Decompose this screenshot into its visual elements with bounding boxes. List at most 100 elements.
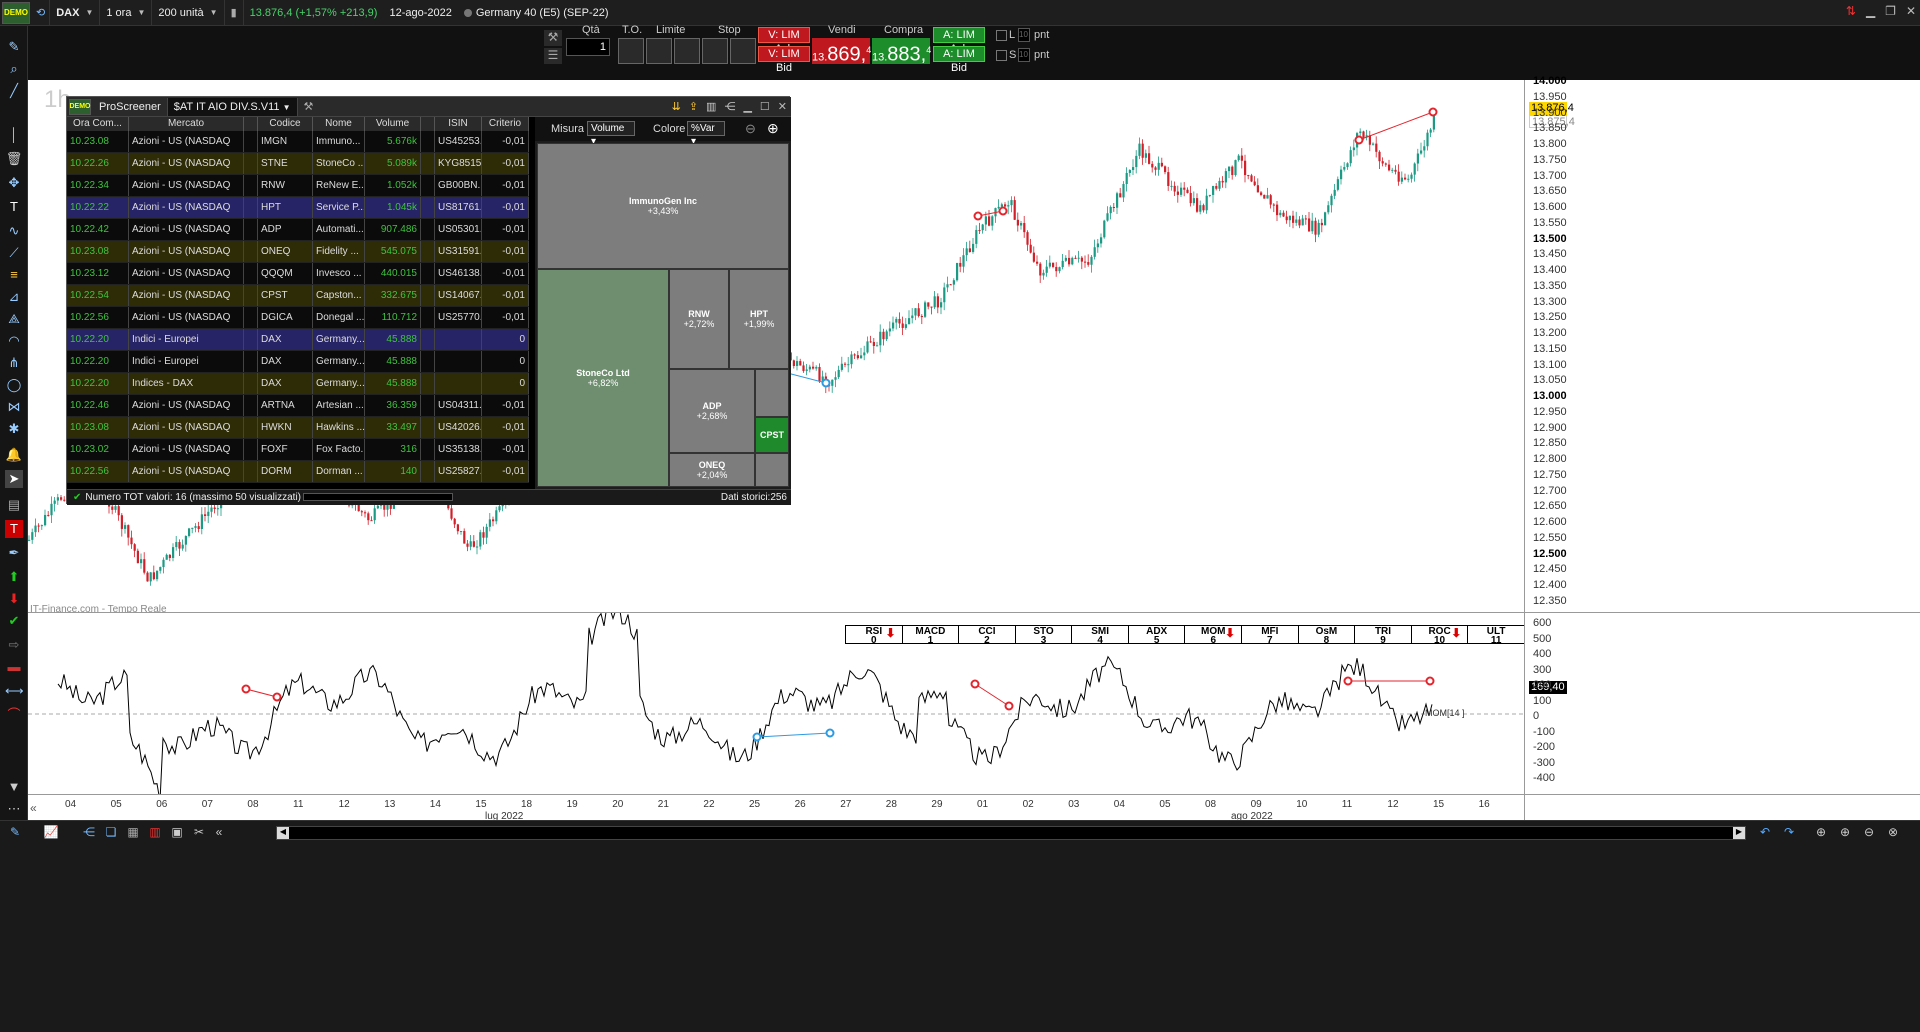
measure-select[interactable]: Volume ▾ (587, 121, 635, 147)
scroll-left-icon[interactable]: « (210, 825, 228, 841)
table-row[interactable]: 10.22.22 Azioni - US (NASDAQ HPT Service P.… (67, 197, 529, 219)
limit-buy-button[interactable] (646, 38, 672, 64)
close-icon[interactable]: ✕ (774, 100, 791, 113)
heat-tile-small2[interactable] (755, 453, 789, 487)
heat-tile-imgn[interactable]: ImmunoGen Inc +3,43% (537, 143, 789, 269)
timeframe-select[interactable]: 1 ora ▼ (100, 0, 153, 26)
close-icon[interactable]: ✕ (1906, 4, 1916, 18)
v-lim-bid-button[interactable]: V: LIM Bid (758, 46, 810, 74)
redo-icon[interactable]: ↷ (1780, 825, 1798, 841)
buy-button[interactable]: 13.883,4 (872, 38, 931, 66)
ruler-icon[interactable]: ▬ (5, 658, 23, 676)
a-lim-ask-button[interactable]: A: LIM Ask (933, 27, 985, 55)
restore-icon[interactable]: ❐ (1885, 4, 1896, 18)
layers-icon[interactable]: ▤ (5, 496, 23, 514)
heat-tile-oneq[interactable]: ONEQ +2,04% (669, 453, 755, 487)
table-row[interactable]: 10.22.56 Azioni - US (NASDAQ DGICA Donegal … (67, 307, 529, 329)
zoom-icon[interactable]: ⌕ (5, 60, 23, 78)
zoom-in-icon[interactable]: ⊕ (1836, 825, 1854, 841)
heat-tile-cpst[interactable]: CPST (755, 417, 789, 453)
pen-icon[interactable]: ✒ (5, 544, 23, 562)
price-axis[interactable]: 13.876,4 13.875,4 14.000 13.950 13.900 13.8… (1524, 75, 1920, 612)
maximize-icon[interactable]: ☐ (756, 100, 774, 113)
trash-icon[interactable]: 🗑 (5, 150, 23, 168)
table-row[interactable]: 10.22.42 Azioni - US (NASDAQ ADP Automati..… (67, 219, 529, 241)
wrench-icon[interactable]: ⚒ (544, 30, 562, 46)
col-header-name[interactable]: Nome (313, 117, 365, 131)
table-row[interactable]: 10.22.56 Azioni - US (NASDAQ DORM Dorman ..… (67, 461, 529, 483)
indicator-tab-ult[interactable]: ULT 11 (1468, 626, 1524, 646)
a-lim-bid-button[interactable]: A: LIM Bid (933, 46, 985, 74)
zoom-reset-icon[interactable]: ⊗ (1884, 825, 1902, 841)
screen-name-select[interactable]: $AT IT AIO DIV.S.V11 ▼ (166, 97, 298, 116)
table-row[interactable]: 10.22.20 Indices - DAX DAX Germany... 45.888… (67, 373, 529, 395)
heat-tile-rnw[interactable]: RNW +2,72% (669, 269, 729, 369)
table-row[interactable]: 10.22.26 Azioni - US (NASDAQ STNE StoneCo .… (67, 153, 529, 175)
chart-type-icon[interactable]: 📈 (42, 825, 60, 841)
scroll-right-button[interactable]: ▶ (1733, 827, 1745, 839)
table-row[interactable]: 10.23.08 Azioni - US (NASDAQ ONEQ Fidelity … (67, 241, 529, 263)
qty-input[interactable]: 1 (566, 38, 610, 56)
vertical-line-icon[interactable]: │ (5, 126, 23, 144)
proscreener-titlebar[interactable]: DEMO ProScreener $AT IT AIO DIV.S.V11 ▼ … (67, 97, 791, 117)
scroll-left-button[interactable]: ◀ (277, 827, 289, 839)
indicator-tab-sto[interactable]: STO 3 (1016, 626, 1073, 646)
table-row[interactable]: 10.23.02 Azioni - US (NASDAQ FOXF Fox Facto… (67, 439, 529, 461)
col-header-isin[interactable]: ISIN (435, 117, 482, 131)
heat-tile-hpt[interactable]: HPT +1,99% (729, 269, 789, 369)
status-scrollbar[interactable] (303, 493, 453, 501)
undo-icon[interactable]: ↶ (1756, 825, 1774, 841)
proscreener-window[interactable]: DEMO ProScreener $AT IT AIO DIV.S.V11 ▼ … (66, 96, 791, 505)
indicator-tab-cci[interactable]: CCI 2 (959, 626, 1016, 646)
pencil-icon[interactable]: ✎ (5, 38, 23, 56)
indicator-tab-mom[interactable]: MOM 6 ⬇ (1185, 626, 1243, 646)
draw-icon[interactable]: ✎ (6, 825, 24, 841)
col-header-code[interactable]: Codice (258, 117, 313, 131)
arrow-right-icon[interactable]: ⇨ (5, 636, 23, 654)
indicator-tab-macd[interactable]: MACD 1 (903, 626, 960, 646)
minimize-icon[interactable]: ▁ (739, 100, 755, 113)
screener-icon[interactable]: ▣ (168, 825, 186, 841)
units-select[interactable]: 200 unità ▼ (152, 0, 225, 26)
fibonacci-icon[interactable]: ≡ (5, 266, 23, 284)
horizontal-scrollbar[interactable]: ◀ ▶ (276, 826, 1746, 840)
table-row[interactable]: 10.22.20 Indici - Europei DAX Germany... 45.… (67, 329, 529, 351)
limit-sell-button[interactable] (674, 38, 700, 64)
wrench-icon[interactable]: ⚒ (298, 100, 320, 113)
short-checkbox[interactable] (996, 50, 1007, 61)
bell-icon[interactable]: 🔔 (5, 446, 23, 464)
indicator-tab-adx[interactable]: ADX 5 (1129, 626, 1186, 646)
short-points-input[interactable]: 10 (1018, 48, 1030, 62)
collapse-left-icon[interactable]: « (30, 801, 37, 815)
v-lim-ask-button[interactable]: V: LIM Ask (758, 27, 810, 55)
tools-icon[interactable]: ✂ (190, 825, 208, 841)
arrow-down-icon[interactable]: ⬇ (5, 590, 23, 608)
indicator-tab-roc[interactable]: ROC 10 ⬇ (1412, 626, 1469, 646)
time-axis[interactable]: « lug 2022 ago 2022 04 05 06 07 08 11 12 13 14 15… (28, 794, 1524, 822)
to-order-button[interactable] (618, 38, 644, 64)
more-icon[interactable]: ⋯ (5, 800, 23, 818)
magnet-icon[interactable]: ⌒ (5, 706, 23, 724)
sell-button[interactable]: 13.869,4 (812, 38, 871, 66)
heat-tile-adp[interactable]: ADP +2,68% (669, 369, 755, 453)
indicator-icon[interactable]: ▥ (146, 825, 164, 841)
share-icon[interactable]: ⋲ (720, 100, 739, 113)
gann-icon[interactable]: ⟁ (5, 310, 23, 328)
stop-buy-button[interactable] (702, 38, 728, 64)
wave-icon[interactable]: ∿ (5, 222, 23, 240)
share-icon[interactable]: ⋲ (80, 825, 98, 841)
line-icon[interactable]: ╱ (5, 82, 23, 100)
pattern-icon[interactable]: ⋈ (5, 398, 23, 416)
col-header-market[interactable]: Mercato (129, 117, 244, 131)
info-icon[interactable]: ▮ (225, 0, 244, 26)
collapse-icon[interactable]: ▼ (5, 778, 23, 796)
col-header-icon2[interactable] (421, 117, 435, 131)
indicator-tab-smi[interactable]: SMI 4 (1072, 626, 1129, 646)
zoom-fit-icon[interactable]: ⊕ (1812, 825, 1830, 841)
cycle-icon[interactable]: ◯ (5, 376, 23, 394)
star-icon[interactable]: ✱ (5, 420, 23, 438)
long-points-input[interactable]: 10 (1018, 28, 1030, 42)
table-row[interactable]: 10.23.08 Azioni - US (NASDAQ HWKN Hawkins .… (67, 417, 529, 439)
move-icon[interactable]: ✥ (5, 174, 23, 192)
table-row[interactable]: 10.23.08 Azioni - US (NASDAQ IMGN Immuno...… (67, 131, 529, 153)
